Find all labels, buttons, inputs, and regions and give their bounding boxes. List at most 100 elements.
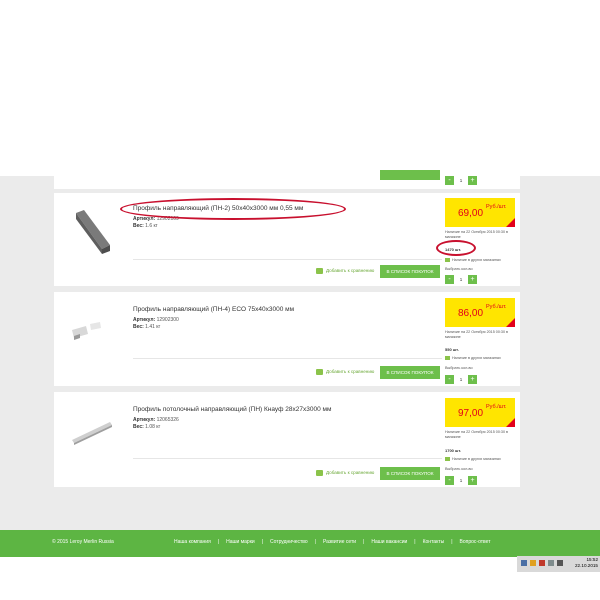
tray-network-icon[interactable]: [548, 560, 554, 566]
price-box: 97,00 Руб./шт.: [445, 398, 515, 427]
add-to-compare-link[interactable]: Добавить к сравнению: [316, 470, 374, 476]
product-card: Профиль направляющий (ПН-4) ECO 75x40x30…: [54, 292, 520, 386]
stock-quantity: 550 шт.: [445, 347, 459, 352]
price-value: 86,00: [458, 308, 484, 319]
product-card-partial: - 1 +: [54, 170, 520, 189]
article-value: 12902109: [156, 216, 179, 222]
store-icon: [445, 258, 450, 263]
product-image[interactable]: [70, 414, 114, 462]
availability-text: Наличие на 22 Октября 2015 00:30 в магаз…: [445, 430, 509, 439]
compare-icon: [316, 369, 323, 375]
add-to-list-button[interactable]: В СПИСОК ПОКУПОК: [380, 467, 440, 480]
store-icon: [445, 457, 450, 462]
product-meta: Артикул: 12902300 Вес: 1.41 кг: [133, 317, 179, 330]
availability-text: Наличие на 22 Октября 2015 00:30 в магаз…: [445, 330, 509, 339]
other-stores-label: Наличие в других магазинах: [452, 457, 501, 461]
footer-link-faq[interactable]: Вопрос-ответ: [460, 539, 491, 545]
price-unit: Руб./шт.: [486, 304, 507, 310]
weight-value: 1.41 кг: [145, 323, 161, 330]
stepper-plus-button[interactable]: +: [468, 476, 477, 485]
stepper-value[interactable]: 1: [455, 275, 467, 284]
compare-icon: [316, 470, 323, 476]
stepper-plus-button[interactable]: +: [468, 375, 477, 384]
weight-label: Вес:: [133, 423, 144, 430]
other-stores-link[interactable]: Наличие в других магазинах: [445, 258, 501, 263]
compare-label: Добавить к сравнению: [326, 268, 375, 274]
stock-quantity: 1470 шт.: [445, 247, 462, 252]
price-box: 69,00 Руб./шт.: [445, 198, 515, 227]
product-image[interactable]: [70, 312, 114, 360]
divider: [133, 458, 442, 459]
clock-date: 22.10.2015: [575, 563, 598, 568]
tray-app-icon[interactable]: [530, 560, 536, 566]
nav-separator: |: [363, 539, 365, 545]
stepper-minus-button[interactable]: -: [445, 176, 454, 185]
price-value: 69,00: [458, 208, 484, 219]
weight-label: Вес:: [133, 323, 144, 330]
price-corner: [506, 318, 515, 327]
product-meta: Артикул: 12902109 Вес: 1.6 кг: [133, 216, 179, 229]
other-stores-link[interactable]: Наличие в других магазинах: [445, 457, 501, 462]
blank-area-bottom: [0, 572, 600, 600]
product-card: Профиль потолочный направляющий (ПН) Кна…: [54, 392, 520, 487]
article-value: 12902300: [156, 317, 179, 323]
stepper-value[interactable]: 1: [455, 375, 467, 384]
product-title[interactable]: Профиль направляющий (ПН-2) 50x40x3000 м…: [133, 205, 303, 212]
store-icon: [445, 356, 450, 361]
footer-link-vacancies[interactable]: Наши вакансии: [371, 539, 407, 545]
article-label: Артикул:: [133, 417, 156, 423]
add-to-list-button-partial[interactable]: [380, 170, 440, 180]
add-to-compare-link[interactable]: Добавить к сравнению: [316, 268, 374, 274]
other-stores-label: Наличие в других магазинах: [452, 356, 501, 360]
footer-nav: Наша компания | Наши марки | Сотрудничество |…: [174, 539, 491, 545]
nav-separator: |: [217, 539, 220, 545]
blank-area: [0, 0, 600, 176]
price-value: 97,00: [458, 408, 484, 419]
stepper-value[interactable]: 1: [455, 476, 467, 485]
tray-shield-icon[interactable]: [539, 560, 545, 566]
weight-label: Вес:: [133, 222, 144, 229]
stepper-plus-button[interactable]: +: [468, 176, 477, 185]
product-meta: Артикул: 12065326 Вес: 1.08 кг: [133, 417, 179, 430]
footer-link-cooperation[interactable]: Сотрудничество: [270, 539, 308, 545]
compare-label: Добавить к сравнению: [326, 470, 375, 476]
taskbar-clock[interactable]: 15:52 22.10.2015: [575, 557, 598, 569]
footer-link-network[interactable]: Развитие сети: [323, 539, 356, 545]
stepper-plus-button[interactable]: +: [468, 275, 477, 284]
product-list: - 1 + Профиль направляющий (ПН-2) 50x40x…: [0, 170, 600, 530]
stepper-value[interactable]: 1: [455, 176, 467, 185]
compare-label: Добавить к сравнению: [326, 369, 375, 375]
stepper-minus-button[interactable]: -: [445, 275, 454, 284]
price-unit: Руб./шт.: [486, 404, 507, 410]
product-title[interactable]: Профиль направляющий (ПН-4) ECO 75x40x30…: [133, 306, 294, 313]
tray-volume-icon[interactable]: [557, 560, 563, 566]
divider: [133, 259, 442, 260]
weight-value: 1.08 кг: [145, 423, 161, 430]
availability-text: Наличие на 22 Октября 2015 00:30 в магаз…: [445, 230, 509, 239]
nav-separator: |: [414, 539, 416, 545]
nav-separator: |: [261, 539, 263, 545]
system-tray: 15:52 22.10.2015: [517, 556, 600, 572]
product-title[interactable]: Профиль потолочный направляющий (ПН) Кна…: [133, 406, 331, 413]
footer-link-company[interactable]: Наша компания: [174, 539, 211, 545]
footer-link-contacts[interactable]: Контакты: [423, 539, 445, 545]
price-corner: [506, 418, 515, 427]
stock-quantity: 1700 шт.: [445, 448, 462, 453]
price-unit: Руб./шт.: [486, 204, 507, 210]
stepper-minus-button[interactable]: -: [445, 375, 454, 384]
site-footer: © 2015 Leroy Merlin Russia Наша компания…: [0, 530, 600, 557]
other-stores-link[interactable]: Наличие в других магазинах: [445, 356, 501, 361]
add-to-list-button[interactable]: В СПИСОК ПОКУПОК: [380, 366, 440, 379]
product-image[interactable]: [70, 207, 114, 255]
divider: [133, 358, 442, 359]
add-to-list-button[interactable]: В СПИСОК ПОКУПОК: [380, 265, 440, 278]
article-label: Артикул:: [133, 317, 156, 323]
compare-icon: [316, 268, 323, 274]
other-stores-label: Наличие в других магазинах: [452, 258, 501, 262]
product-card: Профиль направляющий (ПН-2) 50x40x3000 м…: [54, 193, 520, 286]
stepper-minus-button[interactable]: -: [445, 476, 454, 485]
tray-window-icon[interactable]: [521, 560, 527, 566]
blank-strip: [0, 557, 600, 572]
footer-link-brands[interactable]: Наши марки: [226, 539, 255, 545]
add-to-compare-link[interactable]: Добавить к сравнению: [316, 369, 374, 375]
